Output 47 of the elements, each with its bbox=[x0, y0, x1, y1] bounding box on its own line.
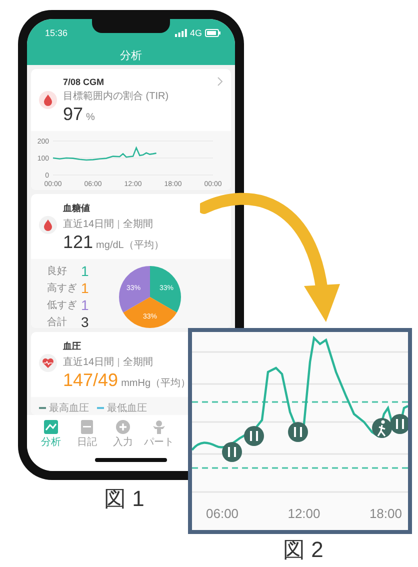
network-label: 4G bbox=[190, 28, 202, 38]
card-title: 血圧 bbox=[63, 340, 82, 354]
tir-value: 97 bbox=[63, 104, 84, 125]
glucose-value: 121 bbox=[63, 232, 94, 254]
legend-label: 最低血圧 bbox=[107, 402, 147, 416]
blood-drop-icon bbox=[39, 90, 57, 109]
range-label: 全期間 bbox=[123, 218, 154, 232]
x-axis-label: 18:00 bbox=[369, 506, 402, 521]
status-time: 15:36 bbox=[45, 28, 68, 38]
stat-value: 1 bbox=[81, 297, 90, 314]
battery-icon bbox=[205, 28, 221, 36]
figure-caption: 図 1 bbox=[104, 485, 144, 513]
tab[interactable]: 日記 bbox=[69, 420, 105, 458]
chart-icon bbox=[44, 420, 58, 434]
tab[interactable]: 入力 bbox=[105, 420, 141, 458]
screen-title: 分析 bbox=[119, 49, 143, 63]
unit-label: % bbox=[86, 112, 95, 123]
stat-value: 3 bbox=[81, 314, 90, 328]
plus-icon bbox=[116, 420, 130, 434]
stat-label: 高すぎ bbox=[47, 282, 78, 296]
card-title: 7/08 CGM bbox=[63, 76, 106, 87]
unit-label: mmHg（平均） bbox=[121, 377, 191, 390]
stat-value: 1 bbox=[81, 263, 90, 280]
stat-label: 合計 bbox=[47, 316, 68, 328]
tab[interactable]: パート bbox=[141, 420, 177, 458]
figure-caption: 図 2 bbox=[283, 536, 324, 564]
chevron-right-icon bbox=[217, 76, 223, 86]
blood-pressure-value: 147/49 bbox=[63, 370, 118, 392]
stat-label: 低すぎ bbox=[47, 299, 78, 312]
range-label: 全期間 bbox=[123, 356, 154, 370]
period-label: 直近14日間 bbox=[63, 218, 114, 232]
blood-drop-icon bbox=[39, 216, 57, 234]
legend-label: 最高血圧 bbox=[49, 402, 89, 416]
stat-value: 1 bbox=[81, 280, 90, 296]
period-label: 直近14日間 bbox=[63, 356, 114, 370]
card-title: 血糖値 bbox=[63, 202, 91, 216]
walking-person-icon bbox=[372, 418, 392, 438]
tab[interactable]: 分析 bbox=[33, 420, 69, 458]
card-subtitle: 目標範囲内の割合 (TIR) bbox=[63, 90, 169, 103]
person-icon bbox=[152, 420, 166, 434]
signal-icon bbox=[174, 28, 187, 36]
x-axis-label: 06:00 bbox=[206, 506, 239, 521]
x-axis-label: 12:00 bbox=[288, 506, 320, 521]
home-indicator bbox=[95, 458, 167, 462]
stat-label: 良好 bbox=[47, 264, 68, 278]
unit-label: mg/dL（平均） bbox=[96, 239, 164, 252]
notebook-icon bbox=[81, 420, 93, 434]
